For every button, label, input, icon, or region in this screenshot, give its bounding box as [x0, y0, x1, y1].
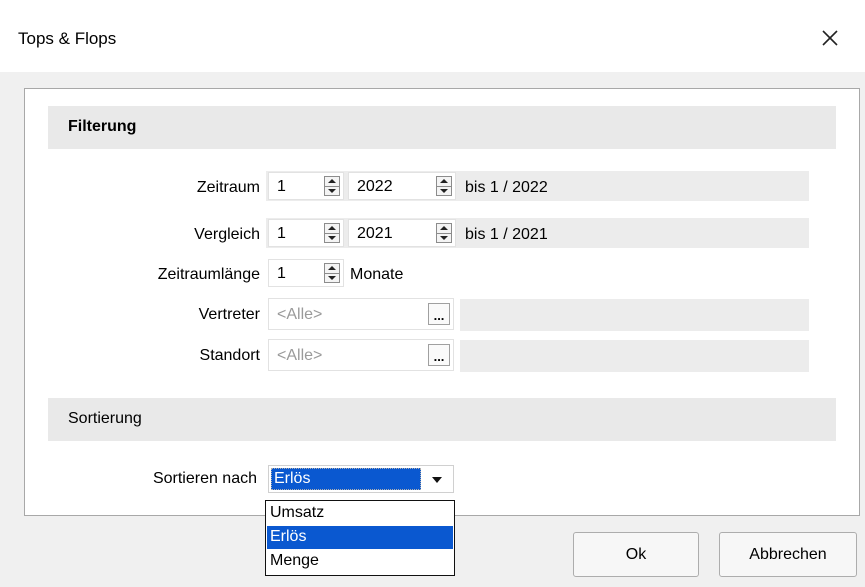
- vertreter-field[interactable]: <Alle> ...: [268, 298, 454, 330]
- spin-arrows-icon[interactable]: [324, 176, 340, 196]
- spin-arrows-icon[interactable]: [324, 223, 340, 243]
- sort-selected-value: Erlös: [271, 468, 421, 490]
- sort-select[interactable]: Erlös: [268, 465, 454, 493]
- sort-section-heading: Sortierung: [48, 398, 836, 441]
- vergleich-month-value: 1: [277, 225, 286, 242]
- dropdown-option-menge[interactable]: Menge: [267, 550, 453, 573]
- dropdown-option-erloes[interactable]: Erlös: [267, 526, 453, 549]
- title-bar: Tops & Flops: [0, 0, 865, 72]
- filter-section-heading: Filterung: [48, 106, 836, 149]
- vertreter-row: [460, 299, 809, 331]
- zeitraum-month-stepper[interactable]: 1: [268, 172, 344, 200]
- standort-field[interactable]: <Alle> ...: [268, 339, 454, 371]
- cancel-button[interactable]: Abbrechen: [719, 532, 857, 577]
- vertreter-browse-button[interactable]: ...: [428, 303, 450, 325]
- vergleich-year-stepper[interactable]: 2021: [348, 219, 456, 247]
- vertreter-label: Vertreter: [198, 306, 260, 323]
- chevron-down-icon[interactable]: [432, 477, 442, 483]
- close-icon[interactable]: [818, 26, 842, 50]
- vertreter-placeholder: <Alle>: [277, 306, 323, 323]
- sort-dropdown-list: Umsatz Erlös Menge: [265, 500, 455, 576]
- zeitraumlaenge-stepper[interactable]: 1: [268, 259, 344, 287]
- standort-browse-button[interactable]: ...: [428, 344, 450, 366]
- spin-arrows-icon[interactable]: [436, 176, 452, 196]
- zeitraum-range-text: bis 1 / 2022: [465, 179, 548, 196]
- standort-placeholder: <Alle>: [277, 347, 323, 364]
- dropdown-option-umsatz[interactable]: Umsatz: [267, 502, 453, 525]
- ok-button[interactable]: Ok: [573, 532, 699, 577]
- window-title: Tops & Flops: [18, 29, 117, 48]
- spin-arrows-icon[interactable]: [436, 223, 452, 243]
- zeitraum-year-stepper[interactable]: 2022: [348, 172, 456, 200]
- zeitraum-month-value: 1: [277, 178, 286, 195]
- zeitraum-year-value: 2022: [357, 178, 393, 195]
- sort-label: Sortieren nach: [152, 470, 257, 487]
- vergleich-month-stepper[interactable]: 1: [268, 219, 344, 247]
- zeitraum-label: Zeitraum: [196, 179, 260, 196]
- standort-label: Standort: [199, 347, 260, 364]
- spin-arrows-icon[interactable]: [324, 263, 340, 283]
- zeitraumlaenge-unit: Monate: [350, 266, 404, 283]
- vergleich-year-value: 2021: [357, 225, 393, 242]
- vergleich-range-text: bis 1 / 2021: [465, 226, 548, 243]
- zeitraumlaenge-label: Zeitraumlänge: [157, 266, 260, 283]
- vergleich-label: Vergleich: [194, 226, 260, 243]
- standort-row: [460, 340, 809, 372]
- zeitraumlaenge-value: 1: [277, 265, 286, 282]
